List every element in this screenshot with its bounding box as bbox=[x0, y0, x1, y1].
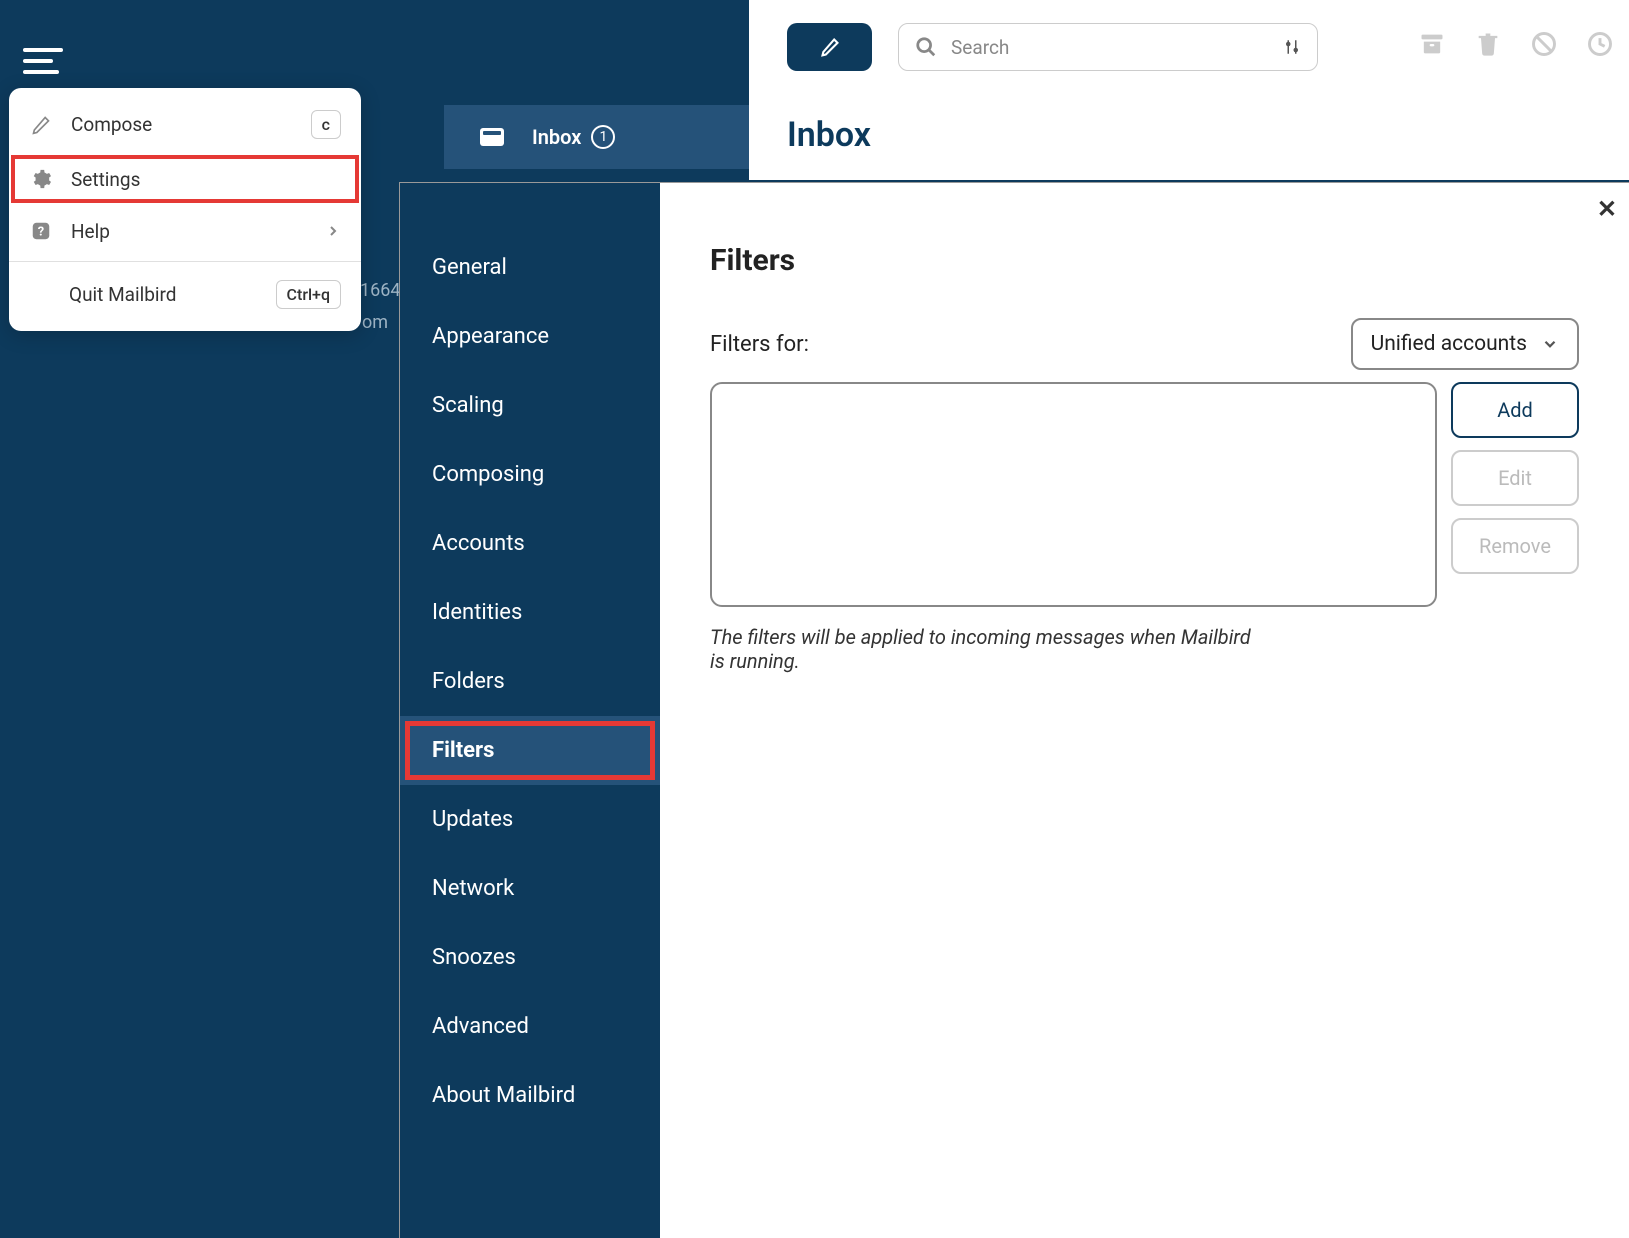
menu-settings[interactable]: Settings bbox=[9, 153, 361, 205]
inbox-count-badge: 1 bbox=[591, 125, 615, 149]
filters-account-dropdown[interactable]: Unified accounts bbox=[1351, 318, 1579, 370]
settings-nav-filters[interactable]: Filters bbox=[400, 716, 660, 785]
compose-button[interactable] bbox=[787, 23, 872, 71]
filters-list[interactable] bbox=[710, 382, 1437, 607]
menu-label: Settings bbox=[71, 168, 341, 191]
settings-sidebar: General Appearance Scaling Composing Acc… bbox=[400, 183, 660, 1238]
menu-help[interactable]: ? Help bbox=[9, 205, 361, 257]
archive-icon[interactable] bbox=[1418, 30, 1446, 58]
chevron-down-icon bbox=[1541, 335, 1559, 353]
menu-shortcut: Ctrl+q bbox=[276, 280, 341, 309]
search-input[interactable] bbox=[951, 36, 1283, 59]
settings-nav-appearance[interactable]: Appearance bbox=[400, 302, 660, 371]
sidebar-item-inbox[interactable]: Inbox 1 bbox=[444, 105, 749, 169]
close-button[interactable]: ✕ bbox=[1597, 195, 1617, 223]
chevron-right-icon bbox=[325, 223, 341, 239]
hamburger-menu-button[interactable] bbox=[23, 48, 63, 76]
menu-label: Compose bbox=[71, 113, 311, 136]
settings-nav-updates[interactable]: Updates bbox=[400, 785, 660, 854]
settings-nav-advanced[interactable]: Advanced bbox=[400, 992, 660, 1061]
settings-nav-folders[interactable]: Folders bbox=[400, 647, 660, 716]
filter-toggle-icon[interactable] bbox=[1283, 38, 1301, 56]
menu-quit[interactable]: Quit Mailbird Ctrl+q bbox=[9, 266, 361, 323]
pencil-icon bbox=[820, 37, 840, 57]
search-icon bbox=[915, 36, 937, 58]
block-icon[interactable] bbox=[1530, 30, 1558, 58]
menu-divider bbox=[9, 261, 361, 262]
filters-help-text: The filters will be applied to incoming … bbox=[710, 625, 1270, 673]
svg-text:?: ? bbox=[38, 225, 44, 240]
gear-icon bbox=[29, 167, 53, 191]
trash-icon[interactable] bbox=[1474, 30, 1502, 58]
search-bar[interactable] bbox=[898, 23, 1318, 71]
inbox-label: Inbox bbox=[532, 125, 581, 149]
help-icon: ? bbox=[29, 219, 53, 243]
pencil-icon bbox=[29, 113, 53, 137]
menu-label: Help bbox=[71, 220, 325, 243]
settings-nav-about[interactable]: About Mailbird bbox=[400, 1061, 660, 1130]
bg-partial-text: 1664 bbox=[360, 280, 400, 301]
hamburger-dropdown: Compose c Settings ? Help Quit Mailbird … bbox=[9, 88, 361, 331]
remove-filter-button[interactable]: Remove bbox=[1451, 518, 1579, 574]
filters-for-label: Filters for: bbox=[710, 332, 809, 357]
settings-modal: General Appearance Scaling Composing Acc… bbox=[399, 182, 1629, 1238]
menu-compose[interactable]: Compose c bbox=[9, 96, 361, 153]
filters-title: Filters bbox=[710, 243, 1579, 278]
settings-content: ✕ Filters Filters for: Unified accounts … bbox=[660, 183, 1629, 1238]
toolbar-actions bbox=[1418, 30, 1614, 58]
settings-nav-network[interactable]: Network bbox=[400, 854, 660, 923]
settings-nav-composing[interactable]: Composing bbox=[400, 440, 660, 509]
dropdown-selected: Unified accounts bbox=[1371, 332, 1527, 356]
settings-nav-scaling[interactable]: Scaling bbox=[400, 371, 660, 440]
page-title: Inbox bbox=[787, 115, 871, 155]
settings-nav-general[interactable]: General bbox=[400, 233, 660, 302]
menu-label: Quit Mailbird bbox=[69, 283, 276, 306]
edit-filter-button[interactable]: Edit bbox=[1451, 450, 1579, 506]
settings-nav-identities[interactable]: Identities bbox=[400, 578, 660, 647]
add-filter-button[interactable]: Add bbox=[1451, 382, 1579, 438]
bg-partial-text: om bbox=[362, 312, 388, 333]
settings-nav-accounts[interactable]: Accounts bbox=[400, 509, 660, 578]
settings-nav-snoozes[interactable]: Snoozes bbox=[400, 923, 660, 992]
inbox-icon bbox=[480, 128, 504, 146]
clock-icon[interactable] bbox=[1586, 30, 1614, 58]
menu-shortcut: c bbox=[311, 110, 341, 139]
